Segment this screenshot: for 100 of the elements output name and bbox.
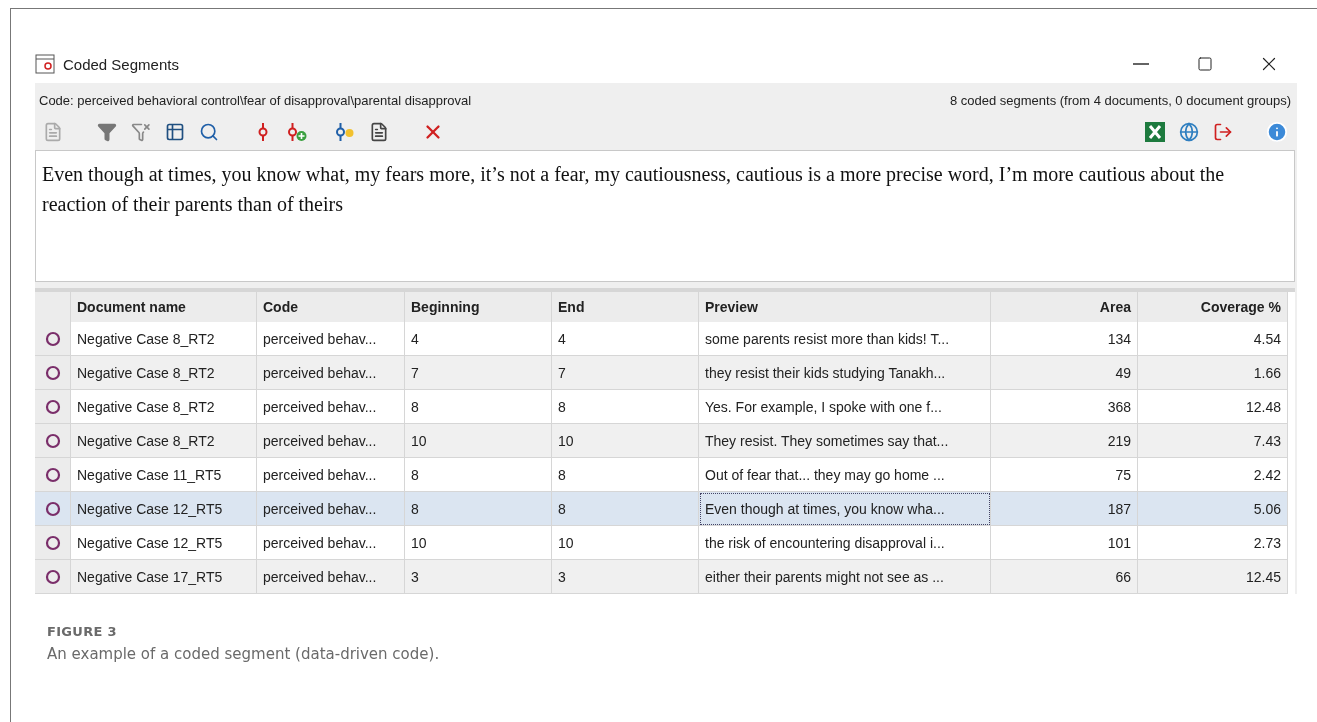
code-path: Code: perceived behavioral control\fear of disapproval\parental disapproval bbox=[39, 93, 472, 108]
code-plus-icon bbox=[286, 122, 308, 142]
row-header[interactable] bbox=[35, 356, 71, 390]
segment-icon bbox=[44, 466, 61, 483]
table-cell: 12.48 bbox=[1138, 390, 1288, 424]
table-cell: they resist their kids studying Tanakh... bbox=[699, 356, 991, 390]
table-cell: 10 bbox=[552, 424, 699, 458]
column-header[interactable]: Coverage % bbox=[1138, 292, 1288, 322]
table-cell: 7 bbox=[552, 356, 699, 390]
column-header[interactable]: Area bbox=[991, 292, 1138, 322]
table-cell: Negative Case 11_RT5 bbox=[71, 458, 257, 492]
table-cell: 134 bbox=[991, 322, 1138, 356]
table-cell: 2.42 bbox=[1138, 458, 1288, 492]
table-cell: They resist. They sometimes say that... bbox=[699, 424, 991, 458]
column-header[interactable]: End bbox=[552, 292, 699, 322]
row-header[interactable] bbox=[35, 560, 71, 594]
table-icon bbox=[165, 122, 185, 142]
table-cell: Negative Case 8_RT2 bbox=[71, 424, 257, 458]
row-header[interactable] bbox=[35, 526, 71, 560]
table-cell: perceived behav... bbox=[257, 526, 405, 560]
table-cell: 8 bbox=[405, 390, 552, 424]
table-cell: 8 bbox=[405, 458, 552, 492]
column-header[interactable]: Preview bbox=[699, 292, 991, 322]
table-cell: Out of fear that... they may go home ... bbox=[699, 458, 991, 492]
spreadsheet-icon bbox=[1145, 122, 1165, 142]
table-cell: 10 bbox=[552, 526, 699, 560]
segment-icon bbox=[44, 330, 61, 347]
table-cell: perceived behav... bbox=[257, 492, 405, 526]
table-cell: 219 bbox=[991, 424, 1138, 458]
table-cell: 5.06 bbox=[1138, 492, 1288, 526]
web-export-button[interactable] bbox=[1177, 120, 1201, 144]
figure-label: FIGURE 3 bbox=[47, 624, 118, 639]
row-header[interactable] bbox=[35, 390, 71, 424]
add-code-button[interactable] bbox=[285, 120, 309, 144]
segment-icon bbox=[44, 432, 61, 449]
table-cell: 75 bbox=[991, 458, 1138, 492]
globe-icon bbox=[1179, 122, 1199, 142]
table-cell: 8 bbox=[552, 492, 699, 526]
table-cell: 4.54 bbox=[1138, 322, 1288, 356]
table-cell: either their parents might not see as ... bbox=[699, 560, 991, 594]
code-icon bbox=[258, 122, 268, 142]
table-cell: Even though at times, you know wha... bbox=[699, 492, 991, 526]
table-cell: 7 bbox=[405, 356, 552, 390]
table-cell: 187 bbox=[991, 492, 1138, 526]
info-icon bbox=[1266, 121, 1288, 143]
table-cell: 3 bbox=[405, 560, 552, 594]
table-cell: 8 bbox=[405, 492, 552, 526]
column-header[interactable]: Code bbox=[257, 292, 405, 322]
table-cell: 8 bbox=[552, 390, 699, 424]
segment-icon bbox=[44, 364, 61, 381]
list-icon bbox=[369, 122, 389, 142]
segment-icon bbox=[44, 568, 61, 585]
table-cell: 12.45 bbox=[1138, 560, 1288, 594]
filter-icon bbox=[97, 122, 117, 142]
app-icon bbox=[35, 54, 55, 74]
table-cell: some parents resist more than kids! T... bbox=[699, 322, 991, 356]
figure-caption: An example of a coded segment (data-driven code). bbox=[47, 645, 441, 663]
table-cell: perceived behav... bbox=[257, 322, 405, 356]
row-header[interactable] bbox=[35, 322, 71, 356]
maximize-icon bbox=[1197, 56, 1213, 72]
table-cell: 66 bbox=[991, 560, 1138, 594]
code-bulb-icon bbox=[334, 122, 356, 142]
export-icon bbox=[1213, 122, 1233, 142]
table-cell: 8 bbox=[552, 458, 699, 492]
document-filter-icon bbox=[43, 122, 63, 142]
table-cell: 7.43 bbox=[1138, 424, 1288, 458]
table-cell: Negative Case 12_RT5 bbox=[71, 492, 257, 526]
table-cell: 49 bbox=[991, 356, 1138, 390]
table-cell: 101 bbox=[991, 526, 1138, 560]
search-icon bbox=[199, 122, 219, 142]
row-header[interactable] bbox=[35, 492, 71, 526]
filter-clear-icon bbox=[131, 122, 151, 142]
table-cell: perceived behav... bbox=[257, 390, 405, 424]
info-button[interactable] bbox=[1265, 120, 1289, 144]
table-cell: 368 bbox=[991, 390, 1138, 424]
table-cell: perceived behav... bbox=[257, 458, 405, 492]
table-cell: Negative Case 8_RT2 bbox=[71, 322, 257, 356]
table-cell: Negative Case 12_RT5 bbox=[71, 526, 257, 560]
table-cell: Negative Case 17_RT5 bbox=[71, 560, 257, 594]
table-cell: Negative Case 8_RT2 bbox=[71, 390, 257, 424]
table-cell: perceived behav... bbox=[257, 356, 405, 390]
table-cell: 10 bbox=[405, 424, 552, 458]
table-cell: perceived behav... bbox=[257, 560, 405, 594]
table-cell: 4 bbox=[552, 322, 699, 356]
column-header[interactable]: Beginning bbox=[405, 292, 552, 322]
segment-icon bbox=[44, 398, 61, 415]
excel-export-button[interactable] bbox=[1143, 120, 1167, 144]
table-cell: the risk of encountering disapproval i... bbox=[699, 526, 991, 560]
segment-icon bbox=[44, 534, 61, 551]
table-cell: Yes. For example, I spoke with one f... bbox=[699, 390, 991, 424]
table-cell: 4 bbox=[405, 322, 552, 356]
row-header[interactable] bbox=[35, 458, 71, 492]
table-cell: 3 bbox=[552, 560, 699, 594]
row-header[interactable] bbox=[35, 424, 71, 458]
segment-icon bbox=[44, 500, 61, 517]
table-cell: Negative Case 8_RT2 bbox=[71, 356, 257, 390]
column-header[interactable]: Document name bbox=[71, 292, 257, 322]
window-title: Coded Segments bbox=[63, 55, 180, 73]
segment-summary: 8 coded segments (from 4 documents, 0 document groups) bbox=[949, 93, 1291, 108]
minimize-icon bbox=[1133, 63, 1149, 65]
